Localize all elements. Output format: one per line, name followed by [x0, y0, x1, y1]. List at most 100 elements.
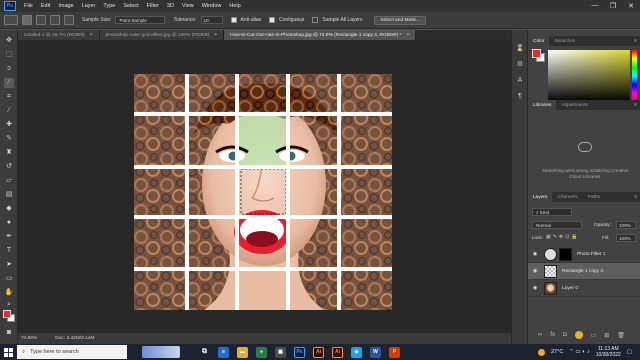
tab-libraries[interactable]: Libraries — [528, 100, 557, 110]
new-group-icon[interactable]: ▭ — [591, 332, 597, 339]
menu-filter[interactable]: Filter — [143, 3, 163, 9]
eye-icon[interactable]: ◉ — [530, 251, 540, 257]
quick-mask-icon[interactable]: ◙ — [4, 328, 14, 338]
tab-paths[interactable]: Paths — [583, 192, 605, 202]
task-view-icon[interactable]: ⧉ — [199, 347, 210, 358]
file-explorer-icon[interactable]: ▬ — [237, 346, 248, 358]
tray-icons[interactable]: ⌃ ▭ ◐ ♪ — [569, 349, 589, 355]
opacity-input[interactable]: 100% — [616, 221, 636, 229]
rectangle-tool-icon[interactable]: ▭ — [4, 274, 14, 284]
illustrator-taskbar-icon[interactable]: Ai — [313, 346, 324, 358]
panel-menu-icon[interactable]: ≡ — [634, 38, 637, 44]
tool-preset-icon[interactable] — [4, 15, 18, 25]
properties-panel-icon[interactable]: ⚙ — [515, 60, 525, 70]
brush-tool-icon[interactable]: ✎ — [4, 134, 14, 144]
intersect-selection-icon[interactable] — [64, 15, 74, 25]
menu-file[interactable]: File — [20, 3, 37, 9]
color-picker-field[interactable] — [548, 50, 630, 102]
tab-adjustments[interactable]: Adjustments — [556, 100, 592, 110]
powerpoint-icon[interactable]: P — [389, 346, 400, 358]
gradient-tool-icon[interactable]: ▤ — [4, 190, 14, 200]
layer-row-layer-0[interactable]: ◉ Layer 0 — [528, 280, 640, 297]
healing-brush-icon[interactable]: ✚ — [4, 120, 14, 130]
notification-icon[interactable]: ▢ — [627, 349, 632, 355]
layer-row-photo-filter[interactable]: ◉ Photo Filter 1 — [528, 246, 640, 263]
dodge-tool-icon[interactable]: ● — [4, 218, 14, 228]
photoshop-taskbar-icon[interactable]: Ps — [294, 346, 305, 358]
tab-channels[interactable]: Channels — [552, 192, 582, 202]
move-tool-icon[interactable]: ✥ — [4, 36, 14, 46]
delete-layer-icon[interactable]: 🗑 — [617, 332, 625, 339]
foreground-color-swatch[interactable] — [3, 310, 11, 318]
eyedropper-tool-icon[interactable]: ∕ — [4, 106, 14, 116]
pen-tool-icon[interactable]: ✒ — [4, 232, 14, 242]
menu-type[interactable]: Type — [99, 3, 119, 9]
temperature[interactable]: 27°C — [551, 349, 563, 355]
weather-icon[interactable] — [538, 348, 545, 356]
sample-size-select[interactable]: Point Sample — [115, 16, 166, 24]
contiguous-checkbox[interactable] — [269, 17, 276, 23]
anti-alias-checkbox[interactable] — [230, 17, 237, 23]
blend-mode-select[interactable]: Normal — [532, 221, 582, 229]
zoom-level[interactable]: 74.66% — [21, 336, 37, 341]
close-tab-icon[interactable]: × — [90, 32, 93, 38]
menu-help[interactable]: Help — [225, 3, 244, 9]
tolerance-input[interactable]: 10 — [200, 16, 223, 24]
layer-name[interactable]: Rectangle 1 copy 3 — [562, 269, 603, 274]
layer-name[interactable]: Layer 0 — [562, 286, 578, 291]
menu-edit[interactable]: Edit — [37, 3, 54, 9]
menu-select[interactable]: Select — [119, 3, 142, 9]
layer-style-icon[interactable]: fx — [550, 332, 555, 338]
crop-tool-icon[interactable]: ⌗ — [4, 92, 14, 102]
app-icon[interactable]: ◆ — [351, 346, 362, 358]
hand-tool-icon[interactable]: ✋ — [4, 288, 14, 298]
blur-tool-icon[interactable]: ◆ — [4, 204, 14, 214]
taskbar-clock[interactable]: 11:13 AM 10/30/2022 — [596, 346, 621, 358]
new-selection-icon[interactable] — [22, 15, 32, 25]
close-tab-icon[interactable]: × — [214, 32, 217, 38]
panel-menu-icon[interactable]: ≡ — [634, 102, 637, 108]
layer-filter-kind[interactable]: ⌕ Kind — [532, 208, 572, 216]
tab-untitled-1[interactable]: Untitled-1 @ 16.7% (RGB/8) × — [18, 30, 100, 40]
menu-3d[interactable]: 3D — [163, 3, 178, 9]
store-icon[interactable]: ▦ — [275, 346, 286, 358]
subtract-selection-icon[interactable] — [50, 15, 60, 25]
marquee-tool-icon[interactable]: ⬚ — [4, 50, 14, 60]
tab-swatches[interactable]: Swatches — [549, 36, 580, 46]
eye-icon[interactable]: ◉ — [530, 268, 540, 274]
zoom-tool-icon[interactable]: ⌕ — [4, 300, 14, 310]
start-button[interactable] — [0, 344, 16, 360]
new-layer-icon[interactable]: ⊞ — [604, 332, 609, 339]
chrome-icon[interactable]: ● — [256, 346, 267, 358]
link-layers-icon[interactable]: ∞ — [538, 332, 542, 338]
menu-image[interactable]: Image — [54, 3, 77, 9]
sample-all-layers-checkbox[interactable] — [312, 17, 319, 23]
illustrator-taskbar-icon-2[interactable]: Ai — [332, 346, 343, 358]
close-window-button[interactable]: ✕ — [622, 2, 640, 10]
add-to-selection-icon[interactable] — [36, 15, 46, 25]
path-select-icon[interactable]: ➤ — [4, 260, 14, 270]
fill-input[interactable]: 100% — [616, 234, 636, 242]
select-and-mask-button[interactable]: Select and Mask... — [374, 15, 426, 25]
word-icon[interactable]: W — [370, 346, 381, 358]
color-panel-foreground[interactable] — [532, 49, 541, 58]
history-panel-icon[interactable]: ⌛ — [515, 44, 525, 54]
close-tab-icon[interactable]: × — [406, 32, 409, 38]
layer-mask-thumbnail[interactable] — [559, 247, 572, 261]
layer-name[interactable]: Photo Filter 1 — [577, 252, 606, 257]
eye-icon[interactable]: ◉ — [530, 285, 540, 291]
menu-view[interactable]: View — [178, 3, 198, 9]
layer-row-rectangle-copy-3[interactable]: ◉ Rectangle 1 copy 3 — [528, 263, 640, 280]
taskbar-search-input[interactable]: ⌕ Type here to search — [17, 345, 127, 359]
edge-browser-icon[interactable]: e — [218, 346, 229, 358]
menu-layer[interactable]: Layer — [78, 3, 100, 9]
menu-window[interactable]: Window — [198, 3, 226, 9]
search-highlight-image[interactable] — [142, 346, 180, 358]
clone-stamp-icon[interactable]: ♜ — [4, 148, 14, 158]
maximize-button[interactable]: ❐ — [604, 2, 622, 10]
tab-layers[interactable]: Layers — [528, 192, 553, 202]
magic-wand-tool-icon[interactable]: ⁄ — [4, 78, 14, 88]
history-brush-icon[interactable]: ↺ — [4, 162, 14, 172]
tab-color[interactable]: Color — [528, 36, 550, 46]
tab-cut-out-hair[interactable]: How-to-Cut-Out-Hair-in-Photoshop.jpg @ 7… — [224, 30, 417, 40]
